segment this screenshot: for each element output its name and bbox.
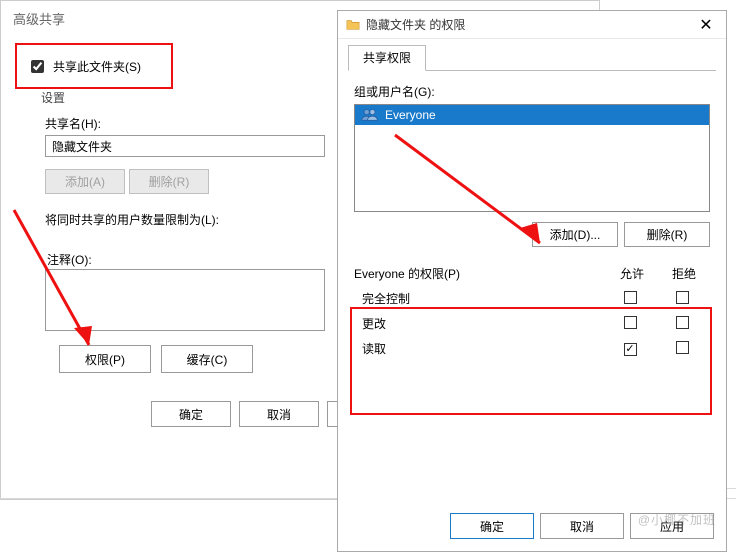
permissions-dialog: 隐藏文件夹 的权限 ✕ 共享权限 组或用户名(G): Everyone <box>337 10 727 552</box>
add-share-button[interactable]: 添加(A) <box>45 169 125 194</box>
allow-full-control-checkbox[interactable] <box>624 291 637 304</box>
perm-label: 完全控制 <box>356 290 604 307</box>
dialog-title: 高级共享 <box>13 9 65 28</box>
perm-row-change: 更改 <box>354 311 710 336</box>
user-limit-label: 将同时共享的用户数量限制为(L): <box>45 211 219 228</box>
allow-change-checkbox[interactable] <box>624 316 637 329</box>
share-this-folder-checkbox[interactable]: 共享此文件夹(S) <box>27 57 141 76</box>
perm-row-read: 读取 <box>354 336 710 361</box>
close-icon: ✕ <box>699 15 712 35</box>
cache-button[interactable]: 缓存(C) <box>161 345 253 373</box>
remove-share-button[interactable]: 删除(R) <box>129 169 209 194</box>
ok-button[interactable]: 确定 <box>151 401 231 427</box>
close-button[interactable]: ✕ <box>686 11 726 39</box>
groups-label: 组或用户名(G): <box>354 83 710 100</box>
ok-button[interactable]: 确定 <box>450 513 534 539</box>
perm-label: 读取 <box>356 340 604 357</box>
comment-textarea[interactable] <box>45 269 325 331</box>
share-name-label: 共享名(H): <box>45 115 101 132</box>
user-name: Everyone <box>385 108 436 122</box>
add-user-button[interactable]: 添加(D)... <box>532 222 618 247</box>
users-listbox[interactable]: Everyone <box>354 104 710 212</box>
apply-button[interactable]: 应用 <box>630 513 714 539</box>
perm-label: 更改 <box>356 315 604 332</box>
column-deny: 拒绝 <box>658 265 710 282</box>
permissions-table: 完全控制 更改 读取 <box>354 286 710 361</box>
remove-user-button[interactable]: 删除(R) <box>624 222 710 247</box>
perm-row-full-control: 完全控制 <box>354 286 710 311</box>
user-buttons-row: 添加(D)... 删除(R) <box>354 222 710 247</box>
folder-icon <box>346 18 360 32</box>
settings-label: 设置 <box>41 89 65 106</box>
permissions-caption-row: Everyone 的权限(P) 允许 拒绝 <box>354 265 710 282</box>
permissions-caption: Everyone 的权限(P) <box>354 265 460 282</box>
deny-full-control-checkbox[interactable] <box>676 291 689 304</box>
cancel-button[interactable]: 取消 <box>540 513 624 539</box>
permissions-button[interactable]: 权限(P) <box>59 345 151 373</box>
user-row-everyone[interactable]: Everyone <box>355 105 709 125</box>
tab-share-permissions[interactable]: 共享权限 <box>348 45 426 71</box>
column-allow: 允许 <box>606 265 658 282</box>
comment-label: 注释(O): <box>47 251 92 268</box>
permissions-footer: 确定 取消 应用 <box>450 513 714 539</box>
share-name-input[interactable] <box>45 135 325 157</box>
deny-change-checkbox[interactable] <box>676 316 689 329</box>
users-icon <box>361 108 379 122</box>
share-this-folder-input[interactable] <box>31 60 44 73</box>
tab-strip: 共享权限 <box>348 45 716 71</box>
permissions-title: 隐藏文件夹 的权限 <box>366 16 465 33</box>
title-bar: 隐藏文件夹 的权限 ✕ <box>338 11 726 39</box>
deny-read-checkbox[interactable] <box>676 341 689 354</box>
cancel-button[interactable]: 取消 <box>239 401 319 427</box>
share-this-folder-label: 共享此文件夹(S) <box>53 58 141 75</box>
allow-read-checkbox[interactable] <box>624 343 637 356</box>
